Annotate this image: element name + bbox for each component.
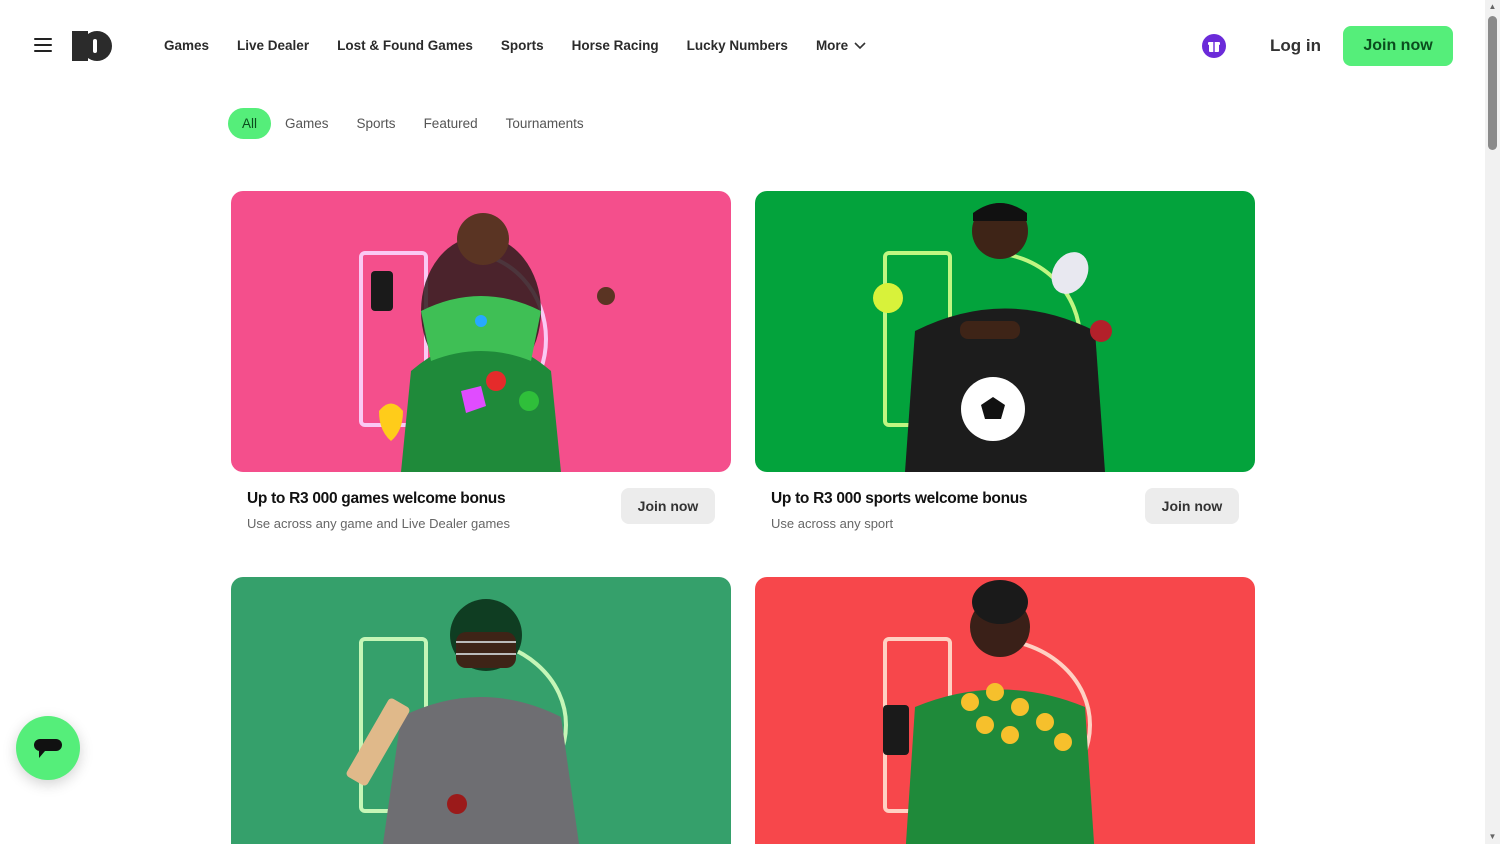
nav-lost-found-games[interactable]: Lost & Found Games <box>337 38 473 53</box>
promo-info: Up to R3 000 sports welcome bonus Use ac… <box>755 472 1255 542</box>
promo-subtitle: Use across any game and Live Dealer game… <box>247 516 511 531</box>
promo-card <box>755 577 1255 844</box>
promo-title: Up to R3 000 games welcome bonus <box>247 490 506 507</box>
promo-subtitle: Use across any sport <box>771 516 894 531</box>
gift-icon[interactable] <box>1202 34 1226 58</box>
nav-sports[interactable]: Sports <box>501 38 544 53</box>
join-now-button[interactable]: Join now <box>1343 26 1453 66</box>
page-scrollbar[interactable]: ▲ ▼ <box>1485 0 1500 844</box>
promo-title: Up to R3 000 sports welcome bonus <box>771 490 1028 507</box>
promo-card: Up to R3 000 sports welcome bonus Use ac… <box>755 191 1255 542</box>
nav-more-label: More <box>815 38 849 53</box>
site-header: Games Live Dealer Lost & Found Games Spo… <box>0 0 1485 92</box>
promo-join-button[interactable]: Join now <box>1145 488 1239 524</box>
promo-filter-tabs: All Games Sports Featured Tournaments <box>228 108 584 139</box>
tab-games[interactable]: Games <box>285 116 329 131</box>
chat-icon[interactable] <box>16 716 80 780</box>
promo-image-jackpot[interactable] <box>755 577 1255 844</box>
nav-horse-racing[interactable]: Horse Racing <box>572 38 659 53</box>
promo-card: Up to R3 000 games welcome bonus Use acr… <box>231 191 731 542</box>
promo-image-sports[interactable] <box>755 191 1255 472</box>
tab-featured[interactable]: Featured <box>424 116 478 131</box>
tab-sports[interactable]: Sports <box>357 116 396 131</box>
tab-all[interactable]: All <box>228 108 272 139</box>
brand-logo[interactable] <box>71 30 113 62</box>
main-nav: Games Live Dealer Lost & Found Games Spo… <box>164 38 866 53</box>
scroll-thumb[interactable] <box>1488 16 1497 150</box>
promo-info: Up to R3 000 games welcome bonus Use acr… <box>231 472 731 542</box>
chevron-down-icon <box>854 41 866 49</box>
promo-image-games[interactable] <box>231 191 731 472</box>
nav-games[interactable]: Games <box>164 38 209 53</box>
login-link[interactable]: Log in <box>1270 36 1321 56</box>
nav-more[interactable]: More <box>816 38 866 53</box>
hamburger-icon[interactable] <box>34 38 52 54</box>
tab-tournaments[interactable]: Tournaments <box>506 116 584 131</box>
nav-live-dealer[interactable]: Live Dealer <box>237 38 309 53</box>
promo-join-button[interactable]: Join now <box>621 488 715 524</box>
promo-card <box>231 577 731 844</box>
scroll-down-icon[interactable]: ▼ <box>1488 832 1497 841</box>
scroll-up-icon[interactable]: ▲ <box>1488 2 1497 11</box>
promo-image-cricket[interactable] <box>231 577 731 844</box>
nav-lucky-numbers[interactable]: Lucky Numbers <box>687 38 788 53</box>
